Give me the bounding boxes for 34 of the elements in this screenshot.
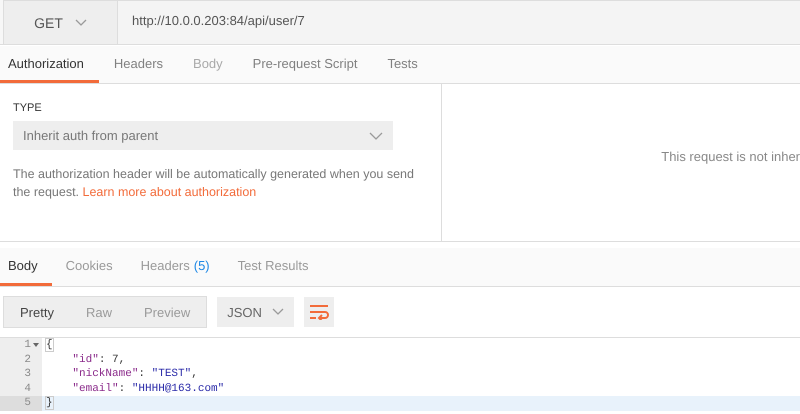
request-tab[interactable]: Pre-request Script bbox=[238, 46, 372, 83]
request-tab[interactable]: Authorization bbox=[0, 46, 99, 83]
view-mode-button[interactable]: Preview bbox=[128, 297, 206, 327]
format-dropdown[interactable]: JSON bbox=[217, 297, 294, 327]
response-tab[interactable]: Cookies bbox=[52, 248, 127, 286]
request-tab[interactable]: Headers bbox=[98, 46, 178, 83]
code-line: } bbox=[46, 397, 53, 410]
code-line: "email": "HHHH@163.com" bbox=[71, 382, 224, 395]
learn-more-link[interactable]: Learn more about authorization bbox=[82, 185, 256, 199]
inherit-note: This request is not inher bbox=[661, 149, 800, 164]
line-number: 5 bbox=[24, 397, 31, 410]
request-tab[interactable]: Tests bbox=[372, 46, 433, 83]
chevron-icon bbox=[272, 308, 284, 316]
method-dropdown[interactable]: GET bbox=[3, 0, 118, 44]
line-number: 1 bbox=[24, 339, 31, 352]
line-number: 2 bbox=[24, 354, 31, 366]
code-line: "id": 7, bbox=[71, 354, 126, 366]
line-number: 3 bbox=[24, 368, 31, 380]
chevron-icon bbox=[74, 18, 87, 26]
auth-description: The authorization header will be automatically generated when you send the request. Learn more about authorization bbox=[13, 166, 415, 201]
code-line: { bbox=[46, 339, 53, 352]
response-tab[interactable]: Body bbox=[0, 248, 52, 286]
code-line: "nickName": "TEST", bbox=[71, 368, 198, 380]
chevron-icon bbox=[369, 132, 383, 140]
fold-arrow-icon[interactable] bbox=[33, 343, 39, 348]
line-number: 4 bbox=[24, 382, 31, 395]
view-mode-button[interactable]: Raw bbox=[70, 297, 128, 327]
response-tab[interactable]: Headers (5) bbox=[126, 248, 224, 286]
wrap-icon bbox=[308, 304, 329, 320]
auth-type-dropdown[interactable]: Inherit auth from parent bbox=[13, 121, 393, 150]
view-mode-button[interactable]: Pretty bbox=[4, 297, 70, 327]
response-tab[interactable]: Test Results bbox=[224, 248, 322, 286]
wrap-lines-button[interactable] bbox=[304, 297, 334, 327]
type-label: TYPE bbox=[13, 102, 43, 114]
